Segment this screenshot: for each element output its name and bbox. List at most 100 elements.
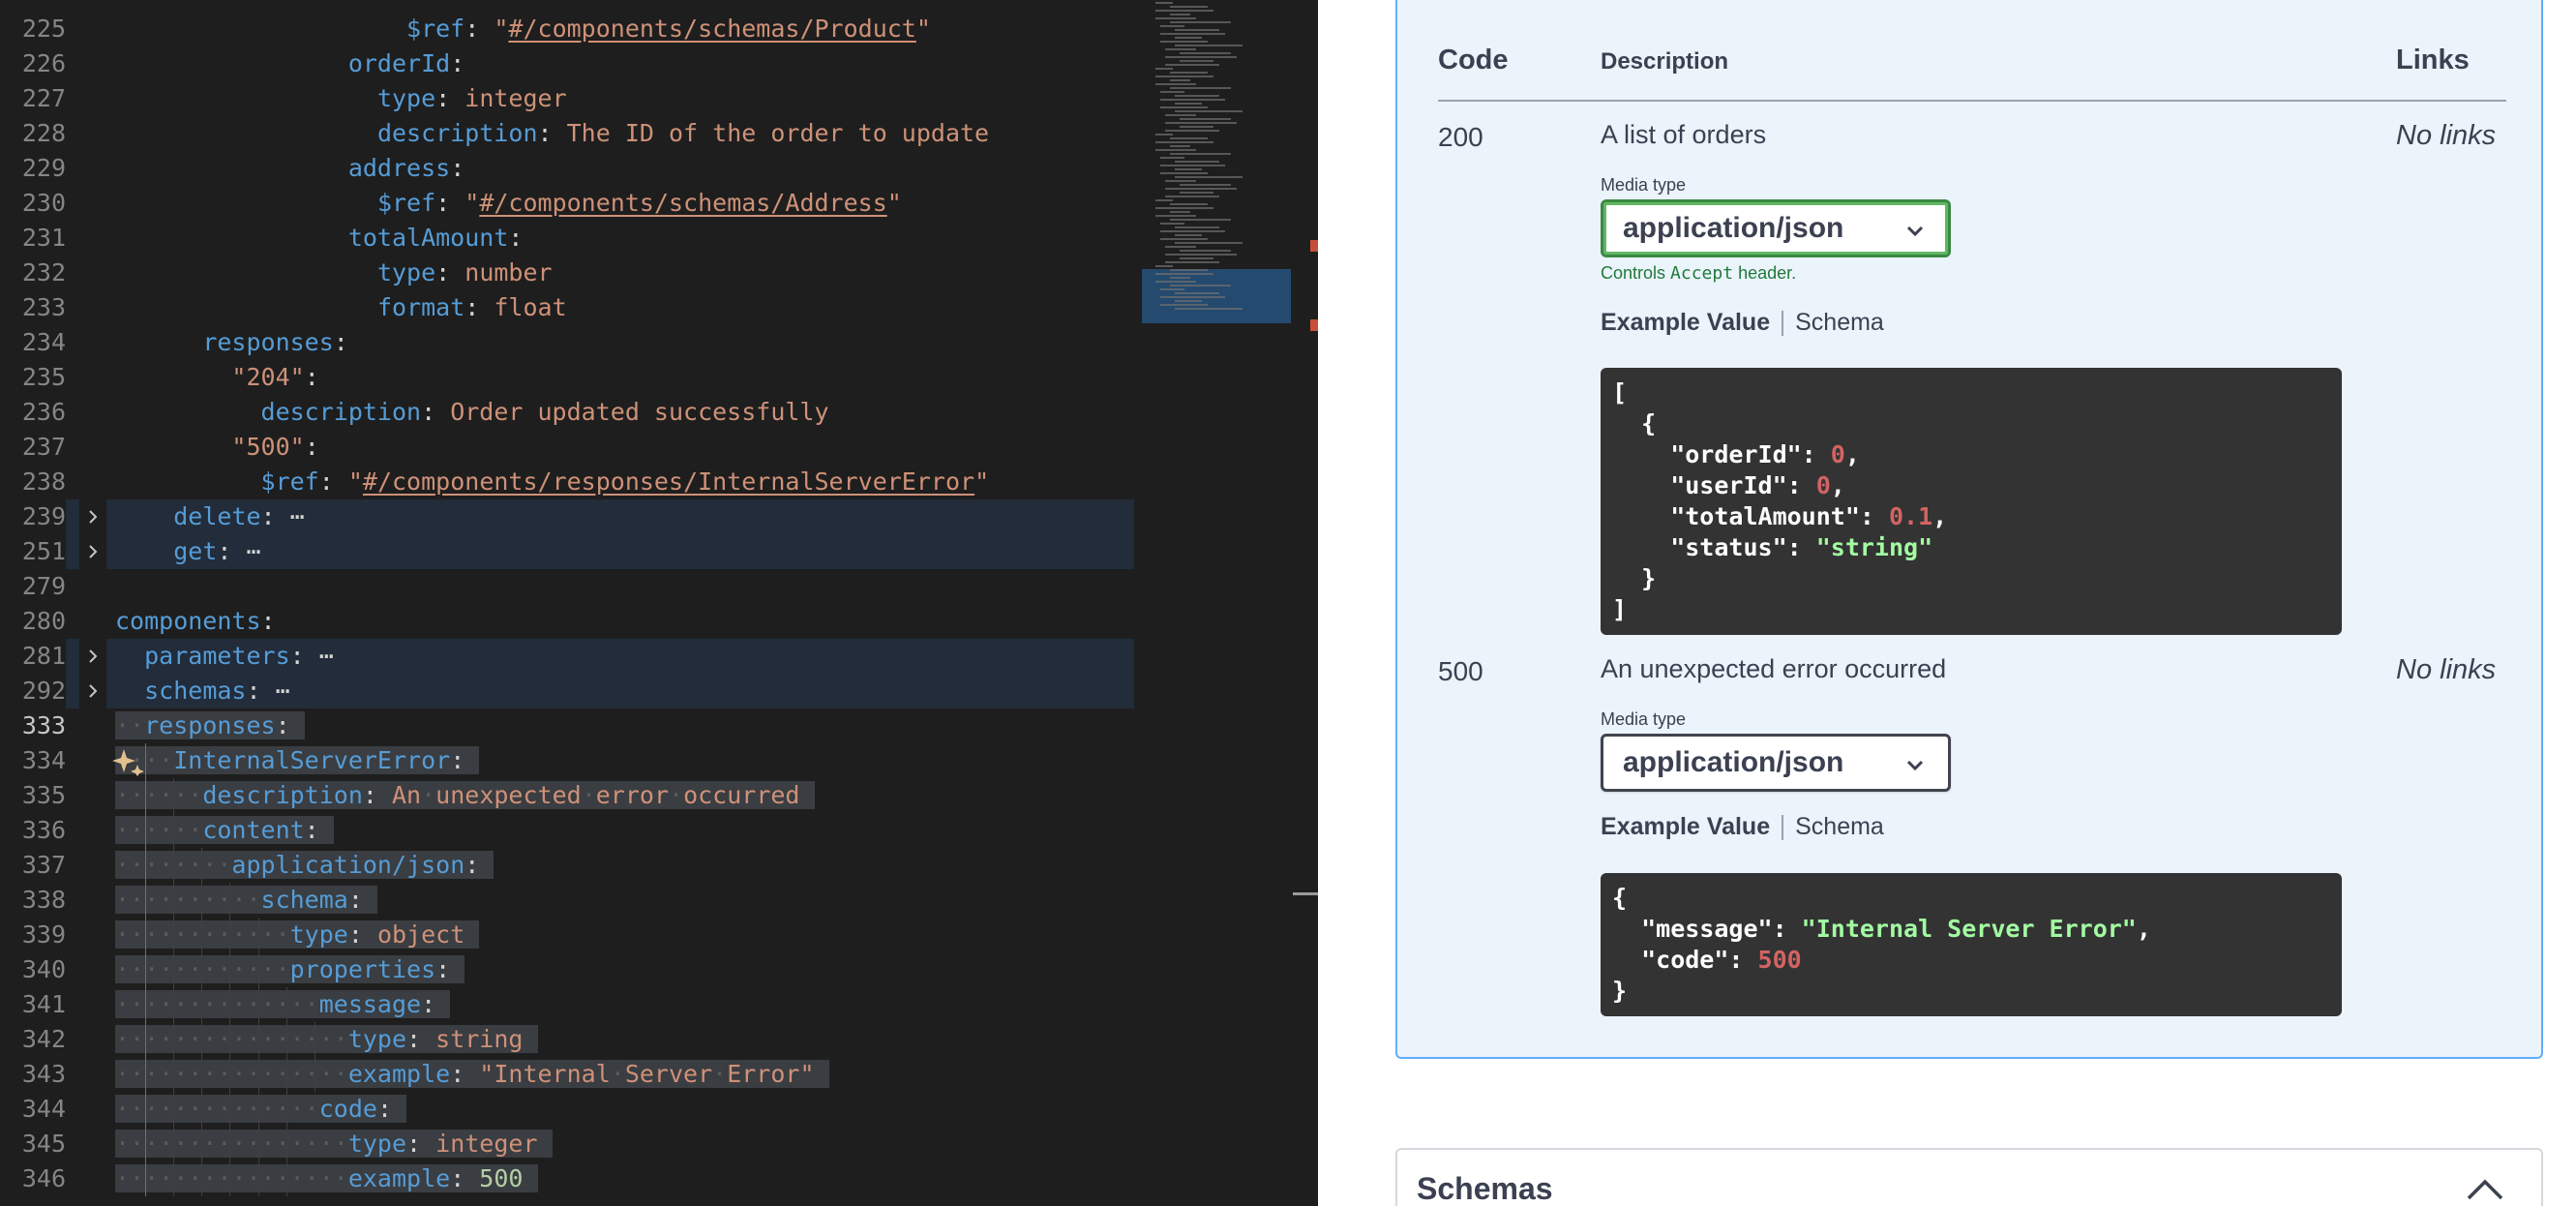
minimap-line: [1155, 83, 1196, 85]
code-line[interactable]: 234 responses:: [0, 325, 1134, 360]
minimap-line: [1160, 91, 1184, 93]
folded-code-line[interactable]: 251 get: ⋯: [0, 534, 1134, 569]
code-line[interactable]: 337 ········application/json:: [0, 848, 1134, 883]
minimap-line: [1180, 126, 1213, 128]
example-value-block[interactable]: { "message": "Internal Server Error", "c…: [1601, 873, 2342, 1016]
code-line[interactable]: 333 ··responses:: [0, 709, 1134, 743]
code-line[interactable]: 236 description: Order updated successfu…: [0, 395, 1134, 430]
minimap-line: [1180, 52, 1231, 54]
minimap-line: [1175, 29, 1219, 31]
code-line[interactable]: 339 ············type: object: [0, 918, 1134, 952]
code-text: totalAmount:: [347, 224, 524, 252]
code-line[interactable]: 229 address:: [0, 151, 1134, 186]
code-line[interactable]: 238 $ref: "#/components/responses/Intern…: [0, 465, 1134, 499]
minimap-line: [1170, 21, 1231, 23]
minimap-line: [1165, 114, 1196, 116]
minimap-line: [1155, 141, 1213, 143]
code-text: $ref: "#/components/schemas/Address": [376, 189, 902, 217]
minimap-line: [1170, 87, 1231, 89]
minimap-line: [1155, 10, 1213, 12]
minimap-line: [1170, 6, 1208, 8]
code-line[interactable]: 338 ··········schema:: [0, 883, 1134, 918]
code-line[interactable]: 341 ··············message:: [0, 987, 1134, 1022]
code-text: "500":: [231, 433, 319, 461]
media-type-value: application/json: [1623, 212, 1844, 244]
code-line[interactable]: 345 ················type: integer: [0, 1127, 1134, 1161]
minimap-line: [1170, 72, 1208, 74]
line-number: 228: [21, 119, 66, 147]
code-line[interactable]: 230 $ref: "#/components/schemas/Address": [0, 186, 1134, 221]
minimap[interactable]: [1142, 0, 1291, 329]
code-line[interactable]: 336 ······content:: [0, 813, 1134, 848]
response-description: An unexpected error occurred: [1601, 654, 1947, 683]
example-value-block[interactable]: [ { "orderId": 0, "userId": 0, "totalAmo…: [1601, 368, 2342, 635]
code-line[interactable]: 342 ················type: string: [0, 1022, 1134, 1057]
line-number: 334: [21, 746, 66, 774]
code-line[interactable]: 237 "500":: [0, 430, 1134, 465]
tab-schema[interactable]: Schema: [1795, 309, 1884, 337]
code-text: ········application/json:: [115, 848, 494, 883]
minimap-line: [1165, 56, 1237, 58]
media-type-select[interactable]: application/json: [1601, 734, 1951, 792]
code-line[interactable]: 228 description: The ID of the order to …: [0, 116, 1134, 151]
code-line[interactable]: 226 orderId:: [0, 46, 1134, 81]
tab-divider: [1782, 310, 1784, 336]
code-text: ················example: "Internal·Serve…: [115, 1057, 829, 1092]
minimap-line: [1155, 207, 1213, 209]
chevron-right-icon[interactable]: [79, 674, 106, 709]
code-line[interactable]: 232 type: number: [0, 256, 1134, 290]
line-number: 226: [21, 49, 66, 77]
minimap-line: [1155, 134, 1173, 136]
folded-code-line[interactable]: 281 parameters: ⋯: [0, 639, 1134, 674]
schemas-section[interactable]: Schemas: [1395, 1148, 2543, 1206]
minimap-line: [1160, 238, 1208, 240]
code-line[interactable]: 346 ················example: 500: [0, 1161, 1134, 1196]
chevron-right-icon[interactable]: [79, 499, 106, 534]
code-text: ······content:: [115, 813, 334, 848]
code-line[interactable]: 335 ······description: An·unexpected·erro…: [0, 778, 1134, 813]
code-editor[interactable]: 225 $ref: "#/components/schemas/Product"…: [0, 0, 1318, 1206]
code-line[interactable]: 340 ············properties:: [0, 952, 1134, 987]
line-number: 335: [21, 781, 66, 809]
scrollbar-position-indicator[interactable]: [1293, 892, 1318, 895]
tab-schema[interactable]: Schema: [1795, 813, 1884, 841]
minimap-line: [1165, 130, 1219, 132]
media-type-select[interactable]: application/json: [1601, 199, 1951, 257]
code-line[interactable]: 227 type: integer: [0, 81, 1134, 116]
code-line[interactable]: 225 $ref: "#/components/schemas/Product": [0, 12, 1134, 46]
code-text: parameters: ⋯: [144, 642, 334, 670]
chevron-right-icon[interactable]: [79, 534, 106, 569]
minimap-line: [1180, 184, 1231, 186]
code-line[interactable]: 343 ················example: "Internal·Se…: [0, 1057, 1134, 1092]
tab-example-value[interactable]: Example Value: [1601, 813, 1770, 841]
indent-guide: [257, 918, 259, 1196]
folded-code-line[interactable]: 239 delete: ⋯: [0, 499, 1134, 534]
minimap-line: [1160, 106, 1208, 108]
folded-code-line[interactable]: 292 schemas: ⋯: [0, 674, 1134, 709]
sparkle-icon[interactable]: [112, 747, 145, 776]
scrollbar-marker: [1310, 319, 1318, 331]
code-line[interactable]: 231 totalAmount:: [0, 221, 1134, 256]
schemas-title: Schemas: [1417, 1171, 1553, 1206]
chevron-right-icon[interactable]: [79, 639, 106, 674]
tab-example-value[interactable]: Example Value: [1601, 309, 1770, 337]
media-type-label: Media type: [1601, 175, 1687, 195]
minimap-line: [1160, 304, 1208, 306]
minimap-line: [1175, 45, 1243, 46]
code-line[interactable]: 280 components:: [0, 604, 1134, 639]
code-line[interactable]: 279: [0, 569, 1134, 604]
media-type-label: Media type: [1601, 709, 1687, 729]
column-header-code: Code: [1438, 45, 1509, 75]
chevron-up-icon[interactable]: [2466, 1177, 2504, 1202]
code-text: ··········schema:: [115, 883, 377, 918]
indent-guide: [173, 778, 175, 1196]
minimap-line: [1155, 75, 1213, 77]
code-line[interactable]: 334 ····InternalServerError:: [0, 743, 1134, 778]
code-line[interactable]: 344 ··············code:: [0, 1092, 1134, 1127]
minimap-line: [1165, 122, 1237, 124]
code-line[interactable]: 233 format: float: [0, 290, 1134, 325]
swagger-ui-panel: Code Description Links 200 A list of ord…: [1318, 0, 2576, 1206]
minimap-line: [1175, 110, 1243, 112]
code-line[interactable]: 235 "204":: [0, 360, 1134, 395]
example-json: { "message": "Internal Server Error", "c…: [1612, 884, 2151, 1005]
